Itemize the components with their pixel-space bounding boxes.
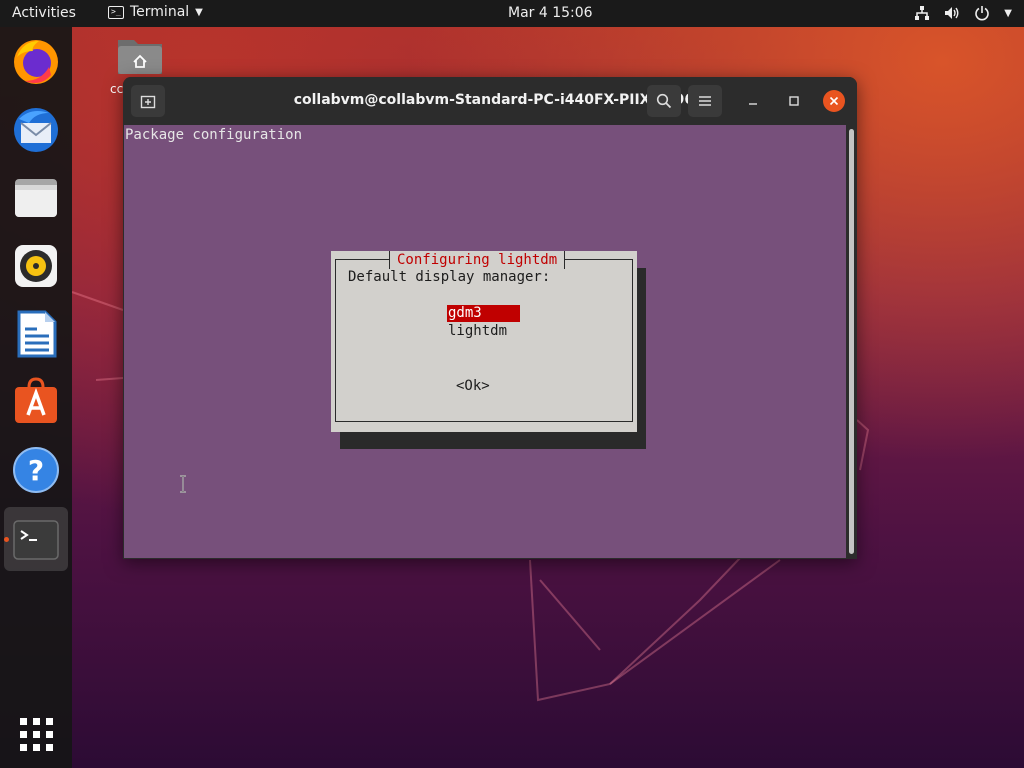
- files-icon[interactable]: [11, 173, 61, 223]
- terminal-icon[interactable]: [11, 515, 61, 565]
- hamburger-menu-icon: [699, 96, 711, 106]
- close-icon: [829, 96, 839, 106]
- maximize-icon: [789, 96, 799, 106]
- thunderbird-icon[interactable]: [11, 105, 61, 155]
- running-indicator: [4, 537, 9, 542]
- svg-text:?: ?: [28, 454, 44, 487]
- dock: ?: [0, 27, 72, 768]
- minimize-icon: [749, 103, 757, 105]
- help-icon[interactable]: ?: [11, 445, 61, 495]
- terminal-window: collabvm@collabvm-Standard-PC-i440FX-PII…: [123, 77, 857, 559]
- config-dialog: Configuring lightdm Default display mana…: [331, 251, 637, 432]
- terminal-content[interactable]: Package configuration Configuring lightd…: [124, 125, 846, 558]
- home-folder-icon[interactable]: [116, 36, 164, 76]
- scrollbar[interactable]: [846, 125, 857, 558]
- terminal-icon: >_: [108, 5, 124, 19]
- window-title: collabvm@collabvm-Standard-PC-i440FX-PII…: [293, 92, 717, 108]
- top-bar: Activities >_ Terminal ▼ Mar 4 15:06 ▼: [0, 0, 1024, 27]
- search-button[interactable]: [647, 85, 681, 117]
- maximize-button[interactable]: [784, 91, 804, 111]
- option-lightdm[interactable]: lightdm: [447, 323, 520, 340]
- app-menu[interactable]: >_ Terminal ▼: [108, 4, 203, 20]
- close-button[interactable]: [823, 90, 845, 112]
- power-icon: [975, 6, 990, 21]
- menu-button[interactable]: [688, 85, 722, 117]
- option-gdm3[interactable]: gdm3: [447, 305, 520, 322]
- volume-icon: [945, 7, 959, 19]
- scrollbar-thumb[interactable]: [849, 129, 854, 554]
- search-icon: [656, 93, 672, 109]
- ubuntu-software-icon[interactable]: [11, 377, 61, 427]
- system-tray[interactable]: ▼: [914, 5, 1012, 21]
- rhythmbox-icon[interactable]: [11, 241, 61, 291]
- chevron-down-icon: ▼: [1004, 7, 1012, 19]
- activities-button[interactable]: Activities: [12, 5, 76, 21]
- chevron-down-icon: ▼: [195, 6, 203, 18]
- ok-button[interactable]: <Ok>: [456, 378, 490, 394]
- dialog-prompt: Default display manager:: [348, 269, 551, 285]
- window-headerbar[interactable]: collabvm@collabvm-Standard-PC-i440FX-PII…: [123, 77, 857, 124]
- clock[interactable]: Mar 4 15:06: [508, 5, 593, 21]
- firefox-icon[interactable]: [11, 37, 61, 87]
- dialog-title: Configuring lightdm: [389, 251, 566, 269]
- text-cursor-icon: [180, 475, 186, 493]
- network-icon: [915, 6, 930, 20]
- package-configuration-header: Package configuration: [125, 127, 303, 143]
- home-folder-label[interactable]: cc: [110, 82, 123, 96]
- libreoffice-writer-icon[interactable]: [11, 309, 61, 359]
- minimize-button[interactable]: [743, 91, 763, 111]
- show-applications-icon[interactable]: [11, 709, 61, 759]
- app-menu-label: Terminal: [130, 4, 190, 20]
